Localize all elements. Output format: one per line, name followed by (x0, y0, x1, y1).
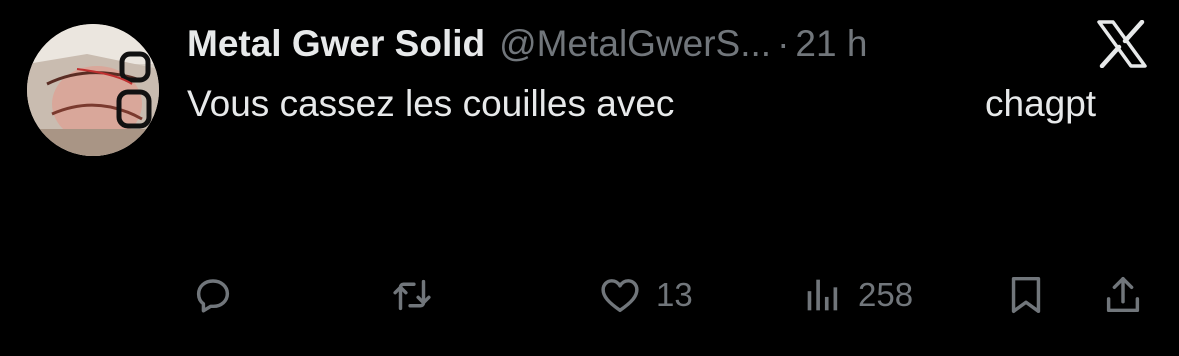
author-display-name[interactable]: Metal Gwer Solid (187, 22, 485, 66)
reply-button[interactable] (190, 270, 236, 320)
x-logo-icon[interactable] (1096, 19, 1148, 69)
repost-icon (393, 279, 431, 311)
avatar-image (27, 24, 159, 156)
like-count: 13 (656, 276, 693, 313)
tweet-text-start: Vous cassez les couilles avec (187, 83, 675, 124)
tweet-text-end: chagpt (985, 83, 1097, 124)
share-button[interactable] (1100, 270, 1146, 320)
tweet-timestamp[interactable]: 21 h (795, 22, 867, 66)
reply-icon (196, 279, 230, 313)
bookmark-icon (1011, 276, 1041, 314)
bookmark-button[interactable] (1003, 270, 1049, 320)
author-handle[interactable]: @MetalGwerS... (499, 22, 771, 66)
views-chart-icon (807, 279, 838, 311)
repost-button[interactable] (387, 270, 437, 320)
separator-dot: · (777, 23, 790, 64)
avatar[interactable] (27, 24, 159, 156)
tweet-actions: 13 258 (0, 270, 1179, 320)
tweet-text: Vous cassez les couilles avec chagpt (187, 80, 1147, 128)
like-button[interactable]: 13 (596, 270, 693, 320)
tweet-header: Metal Gwer Solid @MetalGwerS... · 21 h (187, 22, 867, 66)
views-count: 258 (858, 276, 914, 313)
views-button[interactable]: 258 (800, 270, 913, 320)
heart-icon (601, 279, 639, 313)
share-icon (1106, 276, 1140, 313)
